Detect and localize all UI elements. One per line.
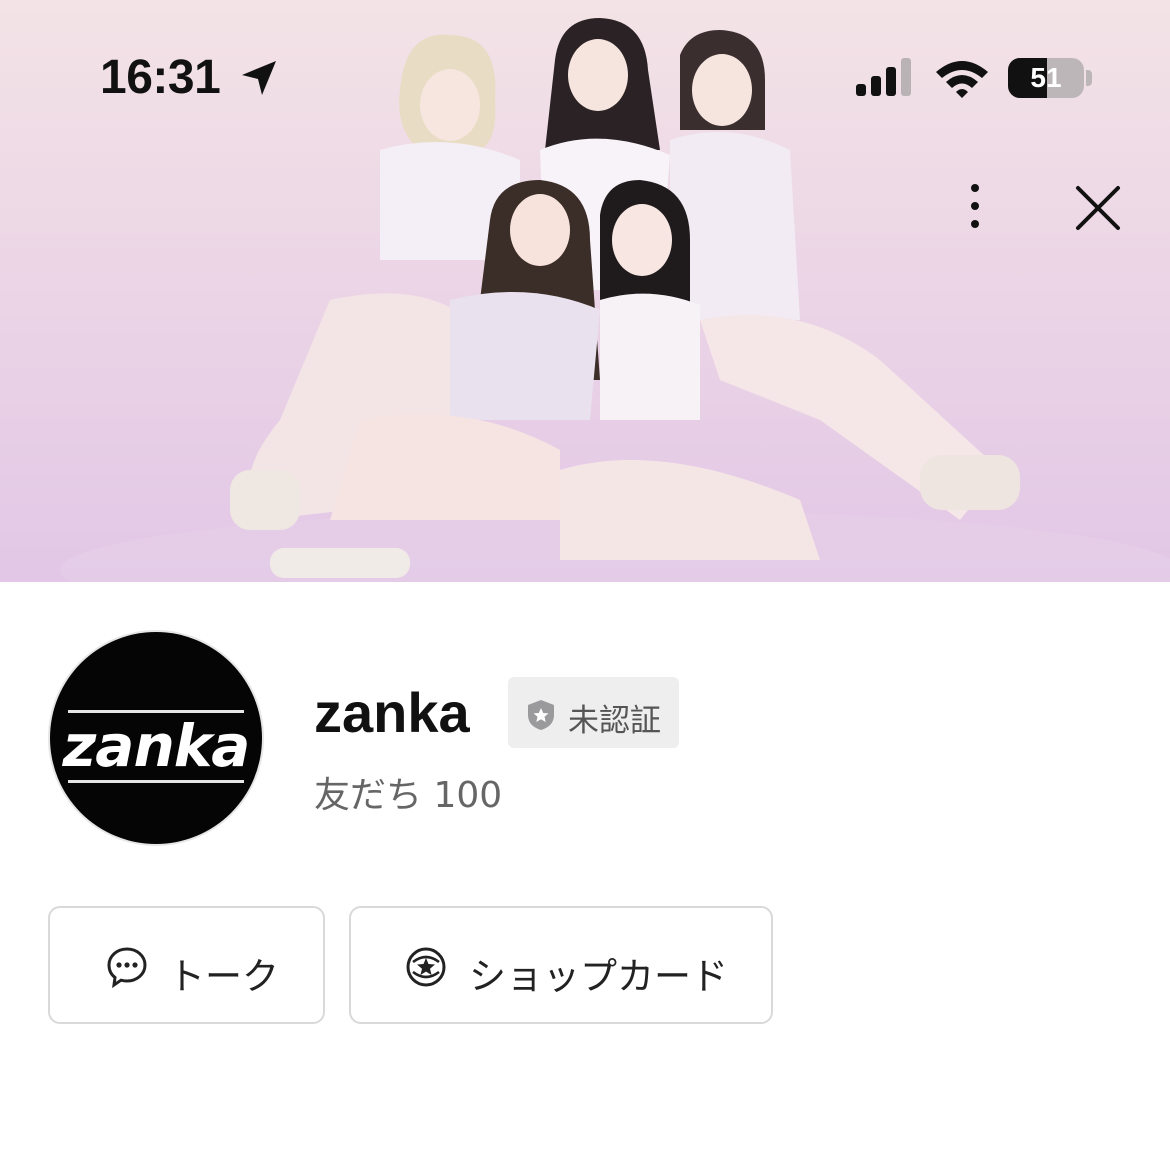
battery-tip [1086,70,1092,86]
profile-avatar[interactable]: zanka [50,632,262,844]
verification-badge[interactable]: 未認証 [508,677,679,748]
profile-name: zanka [314,681,470,744]
shop-card-button-label: ショップカード [469,955,728,998]
close-button[interactable] [1072,182,1124,234]
status-bar: 16:31 51 [0,0,1170,150]
talk-button-label: トーク [168,955,279,998]
shop-card-icon [406,947,446,987]
shield-star-icon [528,700,554,730]
close-x-icon [1076,186,1120,230]
talk-button[interactable]: トーク [48,906,325,1024]
battery-level: 51 [1030,62,1062,93]
shop-card-button[interactable]: ショップカード [349,906,773,1024]
vertical-ellipsis-icon [971,184,979,192]
battery-icon: 51 [1008,58,1084,98]
friends-count: 友だち 100 [314,775,503,816]
wifi-icon [936,61,988,98]
avatar-logo-text: zanka [62,712,251,780]
chat-bubble-icon [107,947,147,988]
status-time: 16:31 [100,51,221,104]
avatar-logo-line-bottom [68,780,244,783]
location-arrow-icon [242,61,276,95]
more-options-button[interactable] [950,180,1000,230]
cellular-signal-icon [856,58,911,96]
badge-label: 未認証 [568,703,661,739]
